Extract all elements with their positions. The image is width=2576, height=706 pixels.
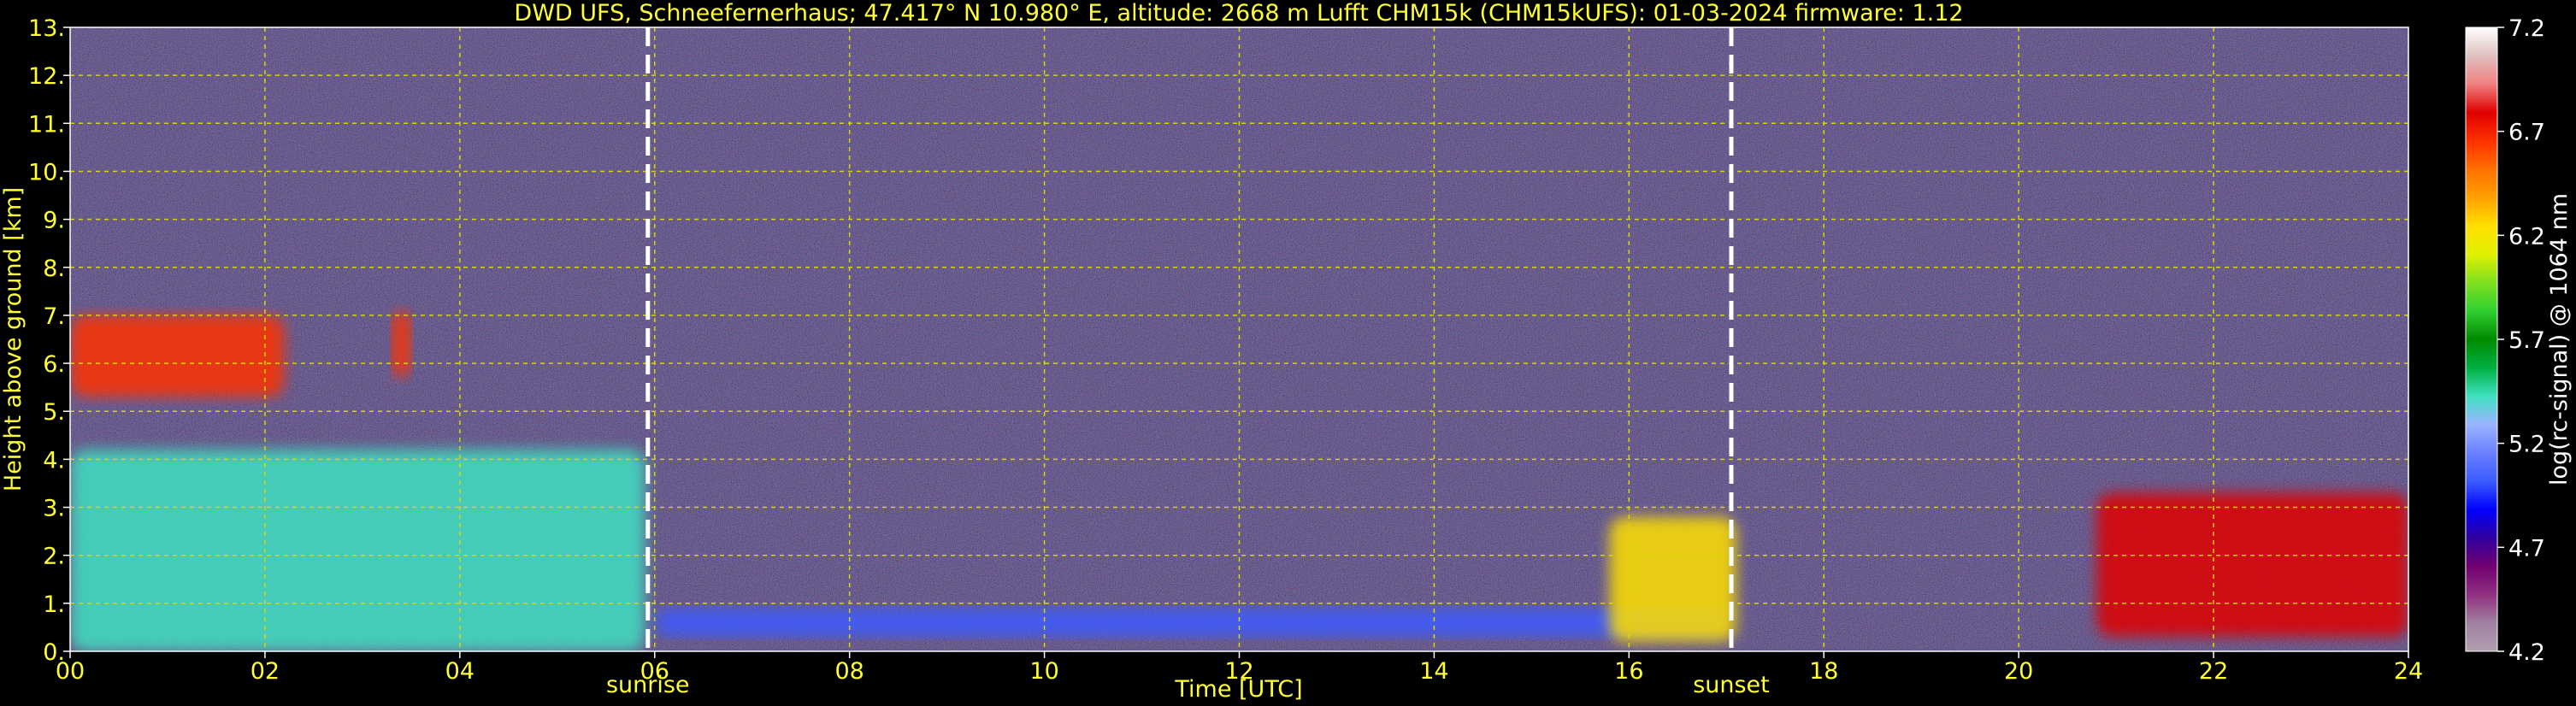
x-tick-label: 02 xyxy=(251,658,280,685)
y-tick-label: 7. xyxy=(43,303,65,330)
x-tick-label: 16 xyxy=(1614,658,1643,685)
x-tick-label: 22 xyxy=(2199,658,2228,685)
ceilometer-chart: sunrise sunset 00 02 04 06 08 10 12 14 16 18 20 22 24… xyxy=(0,0,2573,703)
x-tick-label: 24 xyxy=(2394,658,2423,685)
feature-5 xyxy=(2096,492,2408,638)
y-tick-label: 11. xyxy=(28,111,65,138)
colorbar-tick-label: 6.2 xyxy=(2508,223,2545,250)
sunset-label: sunset xyxy=(1693,672,1770,698)
x-tick-label: 06 xyxy=(640,658,669,685)
colorbar-tick-label: 4.2 xyxy=(2508,639,2545,666)
y-tick-label: 6. xyxy=(43,351,65,378)
y-axis: 0. 1. 2. 3. 4. 5. 6. 7. 8. 9. 10. 11. 12. 13. xyxy=(28,15,70,666)
colorbar-tick-label: 6.7 xyxy=(2508,120,2545,146)
feature-0 xyxy=(70,315,285,397)
y-axis-label: Height above ground [km] xyxy=(0,187,27,491)
colorbar: 4.2 4.7 5.2 5.7 6.2 6.7 7.2 log(rc-signal) @ 1… xyxy=(2465,15,2573,666)
colorbar-tick-label: 4.7 xyxy=(2508,535,2545,562)
y-tick-label: 8. xyxy=(43,256,65,282)
y-tick-label: 3. xyxy=(43,496,65,522)
feature-1 xyxy=(392,310,411,378)
y-tick-label: 10. xyxy=(28,159,65,185)
y-tick-label: 9. xyxy=(43,208,65,234)
x-tick-label: 10 xyxy=(1029,658,1058,685)
x-axis-label: Time [UTC] xyxy=(1174,676,1302,703)
feature-3 xyxy=(654,608,1727,638)
chart-title: DWD UFS, Schneefernerhaus; 47.417° N 10.… xyxy=(514,0,1963,26)
colorbar-tick-label: 7.2 xyxy=(2508,15,2545,42)
colorbar-tick-label: 5.7 xyxy=(2508,327,2545,354)
colorbar-scale xyxy=(2466,27,2497,651)
x-tick-label: 14 xyxy=(1419,658,1448,685)
y-tick-label: 0. xyxy=(43,639,65,666)
y-tick-label: 4. xyxy=(43,447,65,474)
feature-2 xyxy=(70,450,645,651)
y-tick-label: 13. xyxy=(28,15,65,42)
colorbar-tick-label: 5.2 xyxy=(2508,432,2545,458)
y-tick-label: 1. xyxy=(43,591,65,618)
x-tick-label: 04 xyxy=(445,658,475,685)
x-tick-label: 08 xyxy=(834,658,864,685)
y-tick-label: 12. xyxy=(28,63,65,90)
x-tick-label: 18 xyxy=(1809,658,1838,685)
plot-area: sunrise sunset xyxy=(69,26,2409,698)
y-tick-label: 2. xyxy=(43,544,65,570)
x-tick-label: 20 xyxy=(2004,658,2033,685)
colorbar-label: log(rc-signal) @ 1064 nm xyxy=(2546,193,2573,485)
y-tick-label: 5. xyxy=(43,399,65,426)
